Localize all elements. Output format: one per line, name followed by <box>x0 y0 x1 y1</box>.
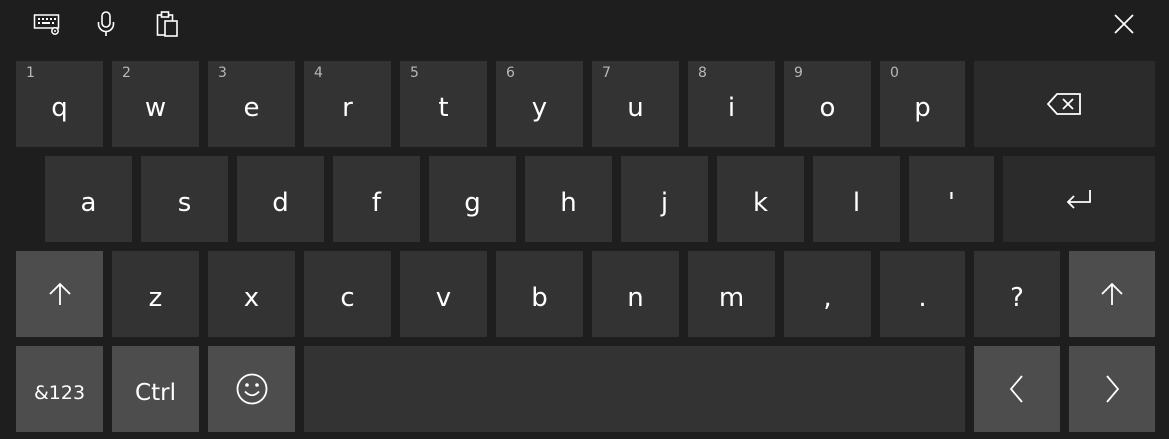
close-icon <box>1112 12 1136 36</box>
key-j[interactable]: j <box>621 156 708 242</box>
key-i[interactable]: 8 i <box>688 61 775 147</box>
key-label: u <box>627 93 644 123</box>
key-apostrophe[interactable]: ' <box>909 156 994 242</box>
key-t[interactable]: 5 t <box>400 61 487 147</box>
key-p[interactable]: 0 p <box>880 61 965 147</box>
key-o[interactable]: 9 o <box>784 61 871 147</box>
ctrl-key[interactable]: Ctrl <box>112 346 199 432</box>
key-label: f <box>371 188 382 218</box>
clipboard-icon <box>155 10 181 38</box>
key-m[interactable]: m <box>688 251 775 337</box>
dictation-button[interactable] <box>86 4 126 44</box>
key-hint: 1 <box>26 65 35 81</box>
key-e[interactable]: 3 e <box>208 61 295 147</box>
key-label: r <box>342 93 353 123</box>
shift-key-right[interactable] <box>1069 251 1155 337</box>
key-label: j <box>660 188 669 218</box>
key-label: i <box>727 93 736 123</box>
key-h[interactable]: h <box>525 156 612 242</box>
arrow-left-icon <box>974 346 1060 432</box>
key-k[interactable]: k <box>717 156 804 242</box>
key-question[interactable]: ? <box>974 251 1060 337</box>
key-label: . <box>918 283 927 313</box>
key-r[interactable]: 4 r <box>304 61 391 147</box>
key-z[interactable]: z <box>112 251 199 337</box>
key-hint: 7 <box>602 65 611 81</box>
arrow-left-key[interactable] <box>974 346 1060 432</box>
arrow-right-key[interactable] <box>1069 346 1155 432</box>
key-label: k <box>752 188 769 218</box>
backspace-key[interactable] <box>974 61 1155 147</box>
key-a[interactable]: a <box>45 156 132 242</box>
emoji-key[interactable] <box>208 346 295 432</box>
key-label: s <box>177 188 192 218</box>
microphone-icon <box>95 10 117 38</box>
symbols-key[interactable]: &123 <box>16 346 103 432</box>
key-label: a <box>80 188 97 218</box>
key-g[interactable]: g <box>429 156 516 242</box>
key-hint: 0 <box>890 65 899 81</box>
key-hint: 2 <box>122 65 131 81</box>
key-b[interactable]: b <box>496 251 583 337</box>
key-period[interactable]: . <box>880 251 965 337</box>
key-l[interactable]: l <box>813 156 900 242</box>
key-label: p <box>914 93 931 123</box>
key-hint: 9 <box>794 65 803 81</box>
key-label: m <box>718 283 745 313</box>
backspace-icon <box>974 61 1155 147</box>
emoji-icon <box>208 346 295 432</box>
key-d[interactable]: d <box>237 156 324 242</box>
key-label: c <box>340 283 355 313</box>
key-label: z <box>148 283 163 313</box>
key-label: w <box>144 93 167 123</box>
key-v[interactable]: v <box>400 251 487 337</box>
keyboard-settings-icon <box>33 12 61 36</box>
key-label: x <box>243 283 260 313</box>
key-label: q <box>51 93 68 123</box>
key-label: ' <box>947 188 956 218</box>
enter-icon <box>1003 156 1155 242</box>
space-key[interactable] <box>304 346 965 432</box>
key-label: y <box>531 93 548 123</box>
key-label: v <box>435 283 452 313</box>
symbols-key-label: &123 <box>33 382 86 404</box>
key-label: e <box>243 93 260 123</box>
key-label: , <box>823 283 832 313</box>
key-w[interactable]: 2 w <box>112 61 199 147</box>
key-s[interactable]: s <box>141 156 228 242</box>
key-label: l <box>852 188 861 218</box>
key-label: h <box>560 188 577 218</box>
key-hint: 6 <box>506 65 515 81</box>
key-x[interactable]: x <box>208 251 295 337</box>
key-label: n <box>627 283 644 313</box>
key-u[interactable]: 7 u <box>592 61 679 147</box>
key-label: o <box>819 93 836 123</box>
key-n[interactable]: n <box>592 251 679 337</box>
key-label: g <box>464 188 481 218</box>
key-label: b <box>531 283 548 313</box>
keyboard-settings-button[interactable] <box>27 4 67 44</box>
key-y[interactable]: 6 y <box>496 61 583 147</box>
close-keyboard-button[interactable] <box>1104 4 1144 44</box>
key-c[interactable]: c <box>304 251 391 337</box>
key-hint: 3 <box>218 65 227 81</box>
arrow-right-icon <box>1069 346 1155 432</box>
key-q[interactable]: 1 q <box>16 61 103 147</box>
key-hint: 8 <box>698 65 707 81</box>
shift-icon <box>16 251 103 337</box>
shift-icon <box>1069 251 1155 337</box>
key-label: d <box>272 188 289 218</box>
key-hint: 4 <box>314 65 323 81</box>
shift-key-left[interactable] <box>16 251 103 337</box>
key-label: t <box>438 93 449 123</box>
key-comma[interactable]: , <box>784 251 871 337</box>
clipboard-button[interactable] <box>148 4 188 44</box>
key-f[interactable]: f <box>333 156 420 242</box>
key-label: ? <box>1010 283 1024 313</box>
key-hint: 5 <box>410 65 419 81</box>
enter-key[interactable] <box>1003 156 1155 242</box>
ctrl-key-label: Ctrl <box>135 380 176 406</box>
